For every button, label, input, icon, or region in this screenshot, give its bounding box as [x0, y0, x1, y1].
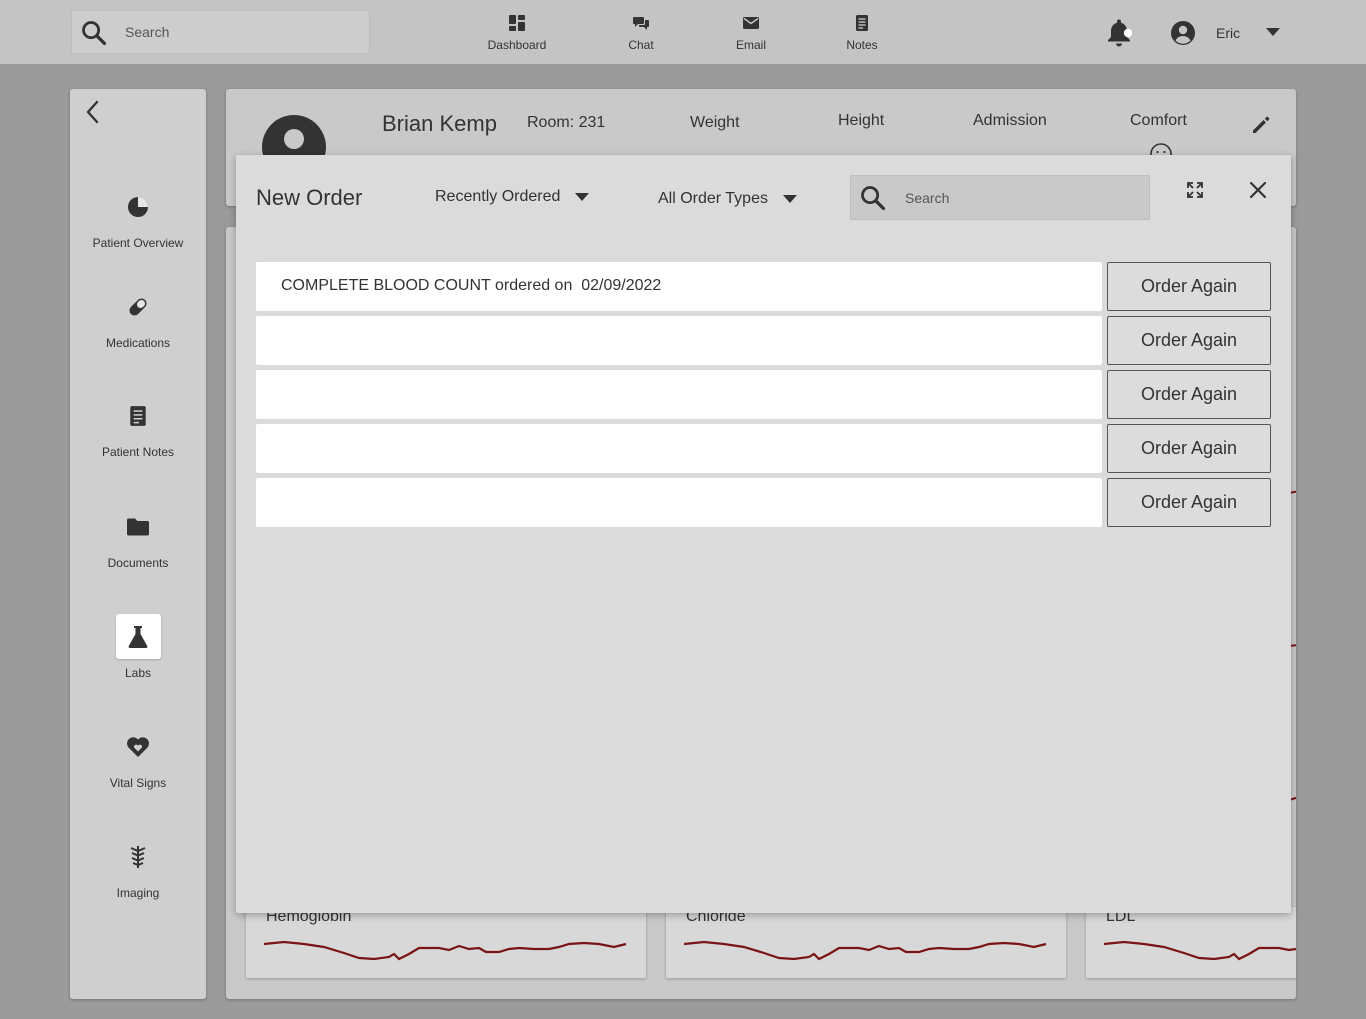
email-icon [743, 17, 759, 29]
nav-email-label: Email [735, 38, 766, 52]
order-types-dropdown[interactable]: All Order Types [658, 190, 798, 208]
lab-card-chloride[interactable]: Chloride [666, 907, 1066, 978]
sidebar-item-label: Medications [105, 336, 171, 350]
order-item[interactable] [256, 316, 1102, 365]
order-again-button[interactable]: Order Again [1107, 370, 1271, 419]
pill-icon [129, 297, 147, 316]
order-row: Order Again [256, 424, 1271, 473]
sidebar-item-medications[interactable]: Medications [70, 284, 206, 364]
order-row: Order Again [256, 478, 1271, 527]
sidebar-item-vital-signs[interactable]: Vital Signs [70, 724, 206, 804]
nav-notes-label: Notes [846, 38, 878, 52]
patient-room: Room: 231 [527, 114, 606, 131]
sidebar-item-label: Documents [107, 556, 169, 570]
lab-card-ldl[interactable]: LDL [1086, 907, 1296, 978]
new-order-modal: New Order Recently Ordered All Order Typ… [236, 155, 1291, 913]
nav-notes[interactable]: Notes [817, 12, 907, 60]
sidebar-item-label: Vital Signs [109, 776, 167, 790]
sidebar-item-patient-overview[interactable]: Patient Overview [70, 184, 206, 264]
pie-chart-icon [128, 196, 148, 217]
spine-icon [130, 845, 146, 868]
trend-sparkline [264, 940, 627, 961]
order-row: Order Again [256, 370, 1271, 419]
patient-name: Brian Kemp [382, 111, 497, 136]
nav-dashboard[interactable]: Dashboard [472, 12, 562, 60]
active-indicator [115, 614, 161, 659]
sidebar-item-labs[interactable]: Labs [70, 614, 206, 694]
sidebar-item-documents[interactable]: Documents [70, 504, 206, 584]
edit-pencil-icon[interactable] [1250, 114, 1272, 136]
top-bar: Search Dashboard Chat Email Notes Eric [0, 0, 1366, 64]
expand-icon[interactable] [1186, 181, 1204, 199]
sidebar-item-imaging[interactable]: Imaging [70, 834, 206, 914]
sidebar-item-label: Labs [124, 666, 152, 680]
sidebar-item-label: Patient Overview [92, 236, 184, 250]
trend-sparkline [1104, 940, 1296, 961]
order-again-button[interactable]: Order Again [1107, 316, 1271, 365]
order-row: Order Again [256, 316, 1271, 365]
order-again-button[interactable]: Order Again [1107, 424, 1271, 473]
order-row: COMPLETE BLOOD COUNT ordered on 02/09/20… [256, 262, 1271, 311]
global-search-input[interactable]: Search [71, 10, 370, 54]
notes-icon [130, 405, 146, 426]
recently-ordered-dropdown[interactable]: Recently Ordered [435, 188, 590, 206]
nav-chat[interactable]: Chat [596, 12, 686, 60]
close-icon[interactable] [1248, 180, 1268, 200]
order-again-button[interactable]: Order Again [1107, 478, 1271, 527]
lab-card-hemoglobin[interactable]: Hemoglobin [246, 907, 646, 978]
chevron-down-icon [575, 193, 590, 201]
stat-height-label: Height [838, 112, 885, 129]
sidebar-item-label: Patient Notes [101, 445, 175, 459]
trend-sparkline [684, 940, 1047, 961]
modal-title: New Order [256, 185, 363, 210]
dashboard-icon [509, 15, 525, 31]
order-item-text: COMPLETE BLOOD COUNT ordered on 02/09/20… [281, 277, 662, 294]
heart-icon [127, 736, 149, 757]
search-icon [861, 186, 886, 211]
flask-icon [128, 625, 148, 648]
order-again-button[interactable]: Order Again [1107, 262, 1271, 311]
back-arrow-icon[interactable] [84, 99, 102, 125]
chevron-down-icon [782, 195, 797, 203]
order-item[interactable]: COMPLETE BLOOD COUNT ordered on 02/09/20… [256, 262, 1102, 311]
sidebar: Patient Overview Medications Patient Not… [70, 89, 206, 999]
stat-comfort-label: Comfort [1130, 112, 1187, 129]
search-icon [82, 21, 107, 46]
global-search-placeholder: Search [125, 24, 170, 40]
nav-dashboard-label: Dashboard [487, 38, 547, 52]
nav-chat-label: Chat [628, 38, 654, 52]
notification-bell-icon[interactable] [1103, 17, 1135, 49]
folder-icon [127, 518, 149, 535]
sidebar-item-patient-notes[interactable]: Patient Notes [70, 393, 206, 473]
stat-admission-label: Admission [973, 112, 1047, 129]
order-item[interactable] [256, 478, 1102, 527]
chevron-down-icon[interactable] [1264, 27, 1282, 37]
user-name[interactable]: Eric [1216, 25, 1240, 41]
stat-weight-label: Weight [690, 114, 740, 131]
account-circle-icon[interactable] [1170, 20, 1196, 46]
order-search-placeholder: Search [905, 190, 950, 206]
chat-icon [633, 17, 649, 30]
order-item[interactable] [256, 370, 1102, 419]
sidebar-item-label: Imaging [116, 886, 160, 900]
recently-ordered-label: Recently Ordered [435, 188, 561, 205]
nav-email[interactable]: Email [706, 12, 796, 60]
notes-icon [856, 15, 868, 31]
order-types-label: All Order Types [658, 190, 768, 207]
order-search-input[interactable]: Search [850, 175, 1150, 220]
order-item[interactable] [256, 424, 1102, 473]
